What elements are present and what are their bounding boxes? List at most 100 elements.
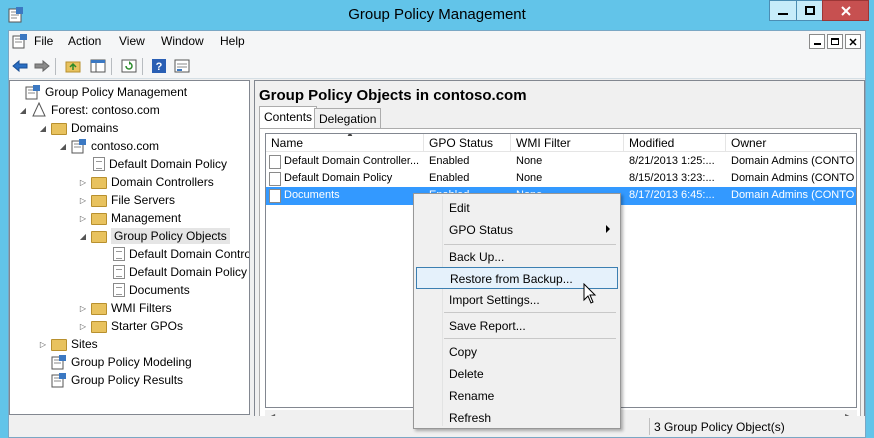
table-row[interactable]: Default Domain Policy Enabled None 8/15/201… bbox=[266, 170, 856, 188]
tree-item[interactable]: Default Domain Controllers Policy bbox=[98, 245, 249, 263]
gpo-icon bbox=[269, 172, 281, 186]
system-menu-icon[interactable] bbox=[12, 34, 28, 50]
help-icon[interactable]: ? bbox=[150, 57, 168, 75]
menu-item-delete[interactable]: Delete bbox=[416, 363, 618, 385]
minimize-icon bbox=[813, 43, 821, 45]
column-gpo-status[interactable]: GPO Status bbox=[424, 134, 511, 152]
column-wmi-filter[interactable]: WMI Filter bbox=[511, 134, 624, 152]
results-icon bbox=[51, 372, 67, 388]
collapsed-arrow-icon[interactable]: ▷ bbox=[78, 191, 88, 209]
forward-arrow-icon[interactable] bbox=[33, 57, 51, 75]
expanded-arrow-icon[interactable]: ◢ bbox=[78, 227, 88, 245]
tab-delegation[interactable]: Delegation bbox=[314, 108, 382, 128]
menu-file[interactable]: File bbox=[34, 34, 53, 48]
tree-item[interactable]: Group Policy Management bbox=[12, 83, 187, 101]
mouse-cursor-icon bbox=[583, 283, 597, 304]
menu-separator bbox=[444, 244, 616, 245]
menu-view[interactable]: View bbox=[119, 34, 145, 48]
up-folder-icon[interactable] bbox=[64, 57, 82, 75]
no-expander bbox=[38, 353, 48, 371]
cell-wmi: None bbox=[516, 172, 543, 184]
title-bar[interactable]: Group Policy Management bbox=[0, 0, 874, 30]
gpo-icon bbox=[269, 155, 281, 169]
details-title: Group Policy Objects in contoso.com bbox=[259, 87, 527, 104]
toolbar-separator bbox=[111, 58, 112, 75]
tree-item-label: File Servers bbox=[111, 193, 176, 207]
collapsed-arrow-icon[interactable]: ▷ bbox=[78, 173, 88, 191]
submenu-arrow-icon bbox=[606, 225, 610, 233]
tree-item[interactable]: ◢ contoso.com bbox=[58, 137, 159, 155]
tree-item[interactable]: ◢ Domains bbox=[38, 119, 118, 137]
tree-item-label: Documents bbox=[129, 283, 190, 297]
column-name[interactable]: Name ▲ bbox=[266, 134, 424, 152]
tree-item[interactable]: ▷ Management bbox=[78, 209, 181, 227]
collapsed-arrow-icon[interactable]: ▷ bbox=[78, 209, 88, 227]
tree-item[interactable]: Default Domain Policy bbox=[98, 263, 247, 281]
cell-modified: 8/21/2013 1:25:... bbox=[629, 155, 715, 167]
maximize-button[interactable] bbox=[796, 0, 823, 21]
menu-action[interactable]: Action bbox=[68, 34, 101, 48]
menu-item-edit[interactable]: Edit bbox=[416, 197, 618, 219]
table-row[interactable]: Default Domain Controller... Enabled None 8… bbox=[266, 153, 856, 171]
tree-item-label: Default Domain Policy bbox=[109, 157, 228, 171]
column-owner[interactable]: Owner bbox=[726, 134, 856, 152]
tree-item[interactable]: Default Domain Policy bbox=[78, 155, 227, 173]
collapsed-arrow-icon[interactable]: ▷ bbox=[38, 335, 48, 353]
menu-bar: File Action View Window Help bbox=[9, 31, 865, 53]
column-modified[interactable]: Modified bbox=[624, 134, 726, 152]
mdi-restore-button[interactable] bbox=[827, 34, 843, 49]
collapsed-arrow-icon[interactable]: ▷ bbox=[78, 299, 88, 317]
refresh-icon[interactable] bbox=[120, 57, 138, 75]
menu-item-gpo-status-label: GPO Status bbox=[449, 223, 514, 237]
expanded-arrow-icon[interactable]: ◢ bbox=[38, 119, 48, 137]
tree-item[interactable]: ▷ Sites bbox=[38, 335, 98, 353]
menu-item-gpo-status[interactable]: GPO Status bbox=[416, 219, 618, 241]
expanded-arrow-icon[interactable]: ◢ bbox=[58, 137, 68, 155]
menu-help[interactable]: Help bbox=[220, 34, 245, 48]
sort-ascending-icon: ▲ bbox=[346, 134, 354, 138]
list-header: Name ▲ GPO Status WMI Filter Modified Ow… bbox=[266, 134, 856, 152]
tree-item-label: Default Domain Controllers Policy bbox=[129, 247, 249, 261]
tree-item[interactable]: Group Policy Modeling bbox=[38, 353, 192, 371]
menu-item-copy[interactable]: Copy bbox=[416, 341, 618, 363]
tree-item[interactable]: ▷ Domain Controllers bbox=[78, 173, 214, 191]
menu-window[interactable]: Window bbox=[161, 34, 204, 48]
tree-item[interactable]: ▷ WMI Filters bbox=[78, 299, 172, 317]
maximize-icon bbox=[804, 6, 815, 15]
tree-item-label: Domains bbox=[71, 121, 119, 135]
tab-contents[interactable]: Contents bbox=[259, 106, 318, 128]
back-arrow-icon[interactable] bbox=[11, 57, 29, 75]
tree-item[interactable]: Group Policy Results bbox=[38, 371, 183, 389]
tree-item[interactable]: Documents bbox=[98, 281, 190, 299]
properties-icon[interactable] bbox=[173, 57, 191, 75]
close-button[interactable] bbox=[822, 0, 869, 21]
menu-item-refresh[interactable]: Refresh bbox=[416, 407, 618, 429]
gpo-icon bbox=[113, 265, 125, 279]
tree-item[interactable]: ▷ File Servers bbox=[78, 191, 175, 209]
tree-item-label: contoso.com bbox=[91, 139, 160, 153]
tree-item[interactable]: ◢ Forest: contoso.com bbox=[18, 101, 160, 119]
modeling-icon bbox=[51, 354, 67, 370]
toolbar-separator bbox=[55, 58, 56, 75]
menu-item-rename[interactable]: Rename bbox=[416, 385, 618, 407]
tree-item-label: Domain Controllers bbox=[111, 175, 214, 189]
menu-item-back-up[interactable]: Back Up... bbox=[416, 246, 618, 268]
column-name-label: Name bbox=[271, 136, 304, 150]
no-expander bbox=[98, 263, 108, 281]
mdi-minimize-button[interactable] bbox=[809, 34, 825, 49]
tree-item-label: Group Policy Management bbox=[45, 85, 188, 99]
tree-item[interactable]: ▷ Starter GPOs bbox=[78, 317, 183, 335]
tree-item-label: Management bbox=[111, 211, 182, 225]
folder-icon bbox=[91, 321, 107, 333]
collapsed-arrow-icon[interactable]: ▷ bbox=[78, 317, 88, 335]
ou-folder-icon bbox=[91, 195, 107, 207]
minimize-button[interactable] bbox=[769, 0, 797, 21]
menu-separator bbox=[444, 312, 616, 313]
show-hide-tree-icon[interactable] bbox=[89, 57, 107, 75]
menu-item-save-report[interactable]: Save Report... bbox=[416, 315, 618, 337]
no-expander bbox=[38, 371, 48, 389]
mdi-close-button[interactable] bbox=[845, 34, 861, 49]
gpo-icon bbox=[269, 189, 281, 203]
tree-item[interactable]: ◢ Group Policy Objects bbox=[78, 227, 230, 245]
expanded-arrow-icon[interactable]: ◢ bbox=[18, 101, 28, 119]
